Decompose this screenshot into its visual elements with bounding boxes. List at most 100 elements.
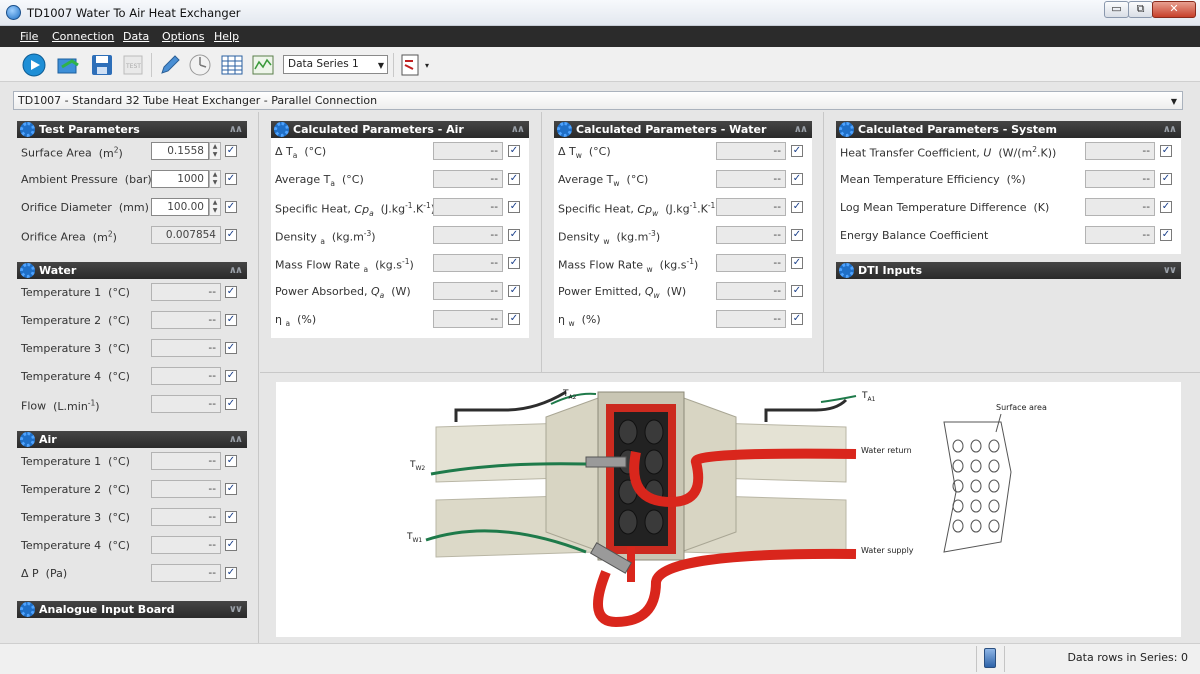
- log-checkbox[interactable]: ✓: [791, 145, 803, 157]
- log-checkbox[interactable]: ✓: [225, 567, 237, 579]
- log-checkbox[interactable]: ✓: [508, 229, 520, 241]
- log-checkbox[interactable]: ✓: [225, 201, 237, 213]
- log-checkbox[interactable]: ✓: [508, 145, 520, 157]
- chevron-up-icon[interactable]: ∧∧: [229, 121, 243, 138]
- value-field: --: [151, 339, 221, 357]
- parameter-row: Temperature 3 (°C) -- ✓: [17, 335, 247, 363]
- parameter-row: Temperature 2 (°C) -- ✓: [17, 476, 247, 504]
- dti-inputs-header[interactable]: DTI Inputs ∨∨: [836, 262, 1181, 279]
- parameter-label: Mass Flow Rate a (kg.s-1): [275, 257, 414, 274]
- value-field[interactable]: 100.00: [151, 198, 209, 216]
- menu-help[interactable]: Help: [214, 30, 239, 43]
- restore-button[interactable]: ⧉: [1128, 1, 1153, 18]
- log-checkbox[interactable]: ✓: [508, 313, 520, 325]
- calculated-water-header[interactable]: Calculated Parameters - Water ∧∧: [554, 121, 812, 138]
- chevron-up-icon[interactable]: ∧∧: [1163, 121, 1177, 138]
- chevron-up-icon[interactable]: ∧∧: [229, 262, 243, 279]
- log-checkbox[interactable]: ✓: [791, 201, 803, 213]
- analogue-input-board-header[interactable]: Analogue Input Board ∨∨: [17, 601, 247, 618]
- tw1-label: TW1: [407, 532, 423, 544]
- stepper-icon[interactable]: ▲ ▼: [209, 142, 221, 160]
- log-checkbox[interactable]: ✓: [791, 173, 803, 185]
- tw2-label: TW2: [410, 460, 426, 472]
- test-parameters-header[interactable]: Test Parameters ∧∧: [17, 121, 247, 138]
- water-header[interactable]: Water ∧∧: [17, 262, 247, 279]
- calculated-system-header[interactable]: Calculated Parameters - System ∧∧: [836, 121, 1181, 138]
- value-field: --: [151, 564, 221, 582]
- parameter-label: Power Emitted, Qw (W): [558, 285, 687, 301]
- menu-connection[interactable]: Connection: [52, 30, 114, 43]
- test-icon[interactable]: TEST: [121, 53, 145, 77]
- log-checkbox[interactable]: ✓: [1160, 173, 1172, 185]
- parameter-label: Temperature 4 (°C): [21, 370, 130, 383]
- calculated-water-panel: Δ Tw (°C) -- ✓ Average Tw (°C) -- ✓ Specific H…: [554, 138, 812, 338]
- chevron-down-icon[interactable]: ∨∨: [1163, 262, 1177, 279]
- value-field: --: [433, 310, 503, 328]
- timer-icon[interactable]: [188, 53, 212, 77]
- chevron-up-icon[interactable]: ∧∧: [229, 431, 243, 448]
- log-checkbox[interactable]: ✓: [225, 342, 237, 354]
- chevron-up-icon[interactable]: ∧∧: [511, 121, 525, 138]
- value-field[interactable]: 0.1558: [151, 142, 209, 160]
- configuration-select[interactable]: TD1007 - Standard 32 Tube Heat Exchanger…: [13, 91, 1183, 110]
- log-checkbox[interactable]: ✓: [225, 398, 237, 410]
- log-checkbox[interactable]: ✓: [1160, 229, 1172, 241]
- parameter-label: Δ Tw (°C): [558, 145, 611, 161]
- open-icon[interactable]: [56, 53, 80, 77]
- test-parameters-title: Test Parameters: [39, 123, 140, 136]
- log-checkbox[interactable]: ✓: [508, 285, 520, 297]
- minimize-button[interactable]: ▭: [1104, 1, 1129, 18]
- pencil-icon[interactable]: [158, 53, 182, 77]
- stepper-icon[interactable]: ▲ ▼: [209, 198, 221, 216]
- water-title: Water: [39, 264, 77, 277]
- data-series-value: Data Series 1: [288, 58, 359, 70]
- parameter-label: Temperature 2 (°C): [21, 483, 130, 496]
- log-checkbox[interactable]: ✓: [1160, 145, 1172, 157]
- log-checkbox[interactable]: ✓: [225, 455, 237, 467]
- log-checkbox[interactable]: ✓: [225, 173, 237, 185]
- log-checkbox[interactable]: ✓: [225, 539, 237, 551]
- log-checkbox[interactable]: ✓: [791, 229, 803, 241]
- log-checkbox[interactable]: ✓: [225, 286, 237, 298]
- data-rows-status: Data rows in Series: 0: [1067, 651, 1188, 664]
- log-checkbox[interactable]: ✓: [1160, 201, 1172, 213]
- diagram-dropdown-icon[interactable]: ▾: [422, 53, 432, 77]
- log-checkbox[interactable]: ✓: [225, 370, 237, 382]
- chevron-up-icon[interactable]: ∧∧: [794, 121, 808, 138]
- log-checkbox[interactable]: ✓: [225, 145, 237, 157]
- menu-file[interactable]: File: [20, 30, 38, 43]
- log-checkbox[interactable]: ✓: [225, 511, 237, 523]
- log-checkbox[interactable]: ✓: [225, 314, 237, 326]
- value-field: --: [716, 198, 786, 216]
- value-field: --: [433, 170, 503, 188]
- chevron-down-icon[interactable]: ∨∨: [229, 601, 243, 618]
- log-checkbox[interactable]: ✓: [508, 257, 520, 269]
- gear-icon: [557, 122, 572, 137]
- log-checkbox[interactable]: ✓: [791, 313, 803, 325]
- log-checkbox[interactable]: ✓: [508, 173, 520, 185]
- stepper-icon[interactable]: ▲ ▼: [209, 170, 221, 188]
- save-icon[interactable]: [90, 53, 114, 77]
- data-series-select[interactable]: Data Series 1 ▼: [283, 55, 388, 74]
- parameter-label: Δ Ta (°C): [275, 145, 327, 161]
- air-header[interactable]: Air ∧∧: [17, 431, 247, 448]
- diagram-icon[interactable]: [399, 53, 423, 77]
- log-checkbox[interactable]: ✓: [791, 257, 803, 269]
- close-button[interactable]: ✕: [1152, 1, 1196, 18]
- log-checkbox[interactable]: ✓: [225, 483, 237, 495]
- parameter-row: Average Tw (°C) -- ✓: [554, 166, 812, 194]
- calculated-air-header[interactable]: Calculated Parameters - Air ∧∧: [271, 121, 529, 138]
- air-panel: Temperature 1 (°C) -- ✓ Temperature 2 (°C) -…: [17, 448, 247, 590]
- parameter-label: Temperature 3 (°C): [21, 511, 130, 524]
- play-icon[interactable]: [22, 53, 46, 77]
- log-checkbox[interactable]: ✓: [791, 285, 803, 297]
- menu-data[interactable]: Data: [123, 30, 149, 43]
- parameter-label: Temperature 1 (°C): [21, 286, 130, 299]
- log-checkbox[interactable]: ✓: [508, 201, 520, 213]
- chart-icon[interactable]: [251, 53, 275, 77]
- table-icon[interactable]: [220, 53, 244, 77]
- value-field: --: [1085, 198, 1155, 216]
- menu-options[interactable]: Options: [162, 30, 204, 43]
- log-checkbox[interactable]: ✓: [225, 229, 237, 241]
- value-field[interactable]: 1000: [151, 170, 209, 188]
